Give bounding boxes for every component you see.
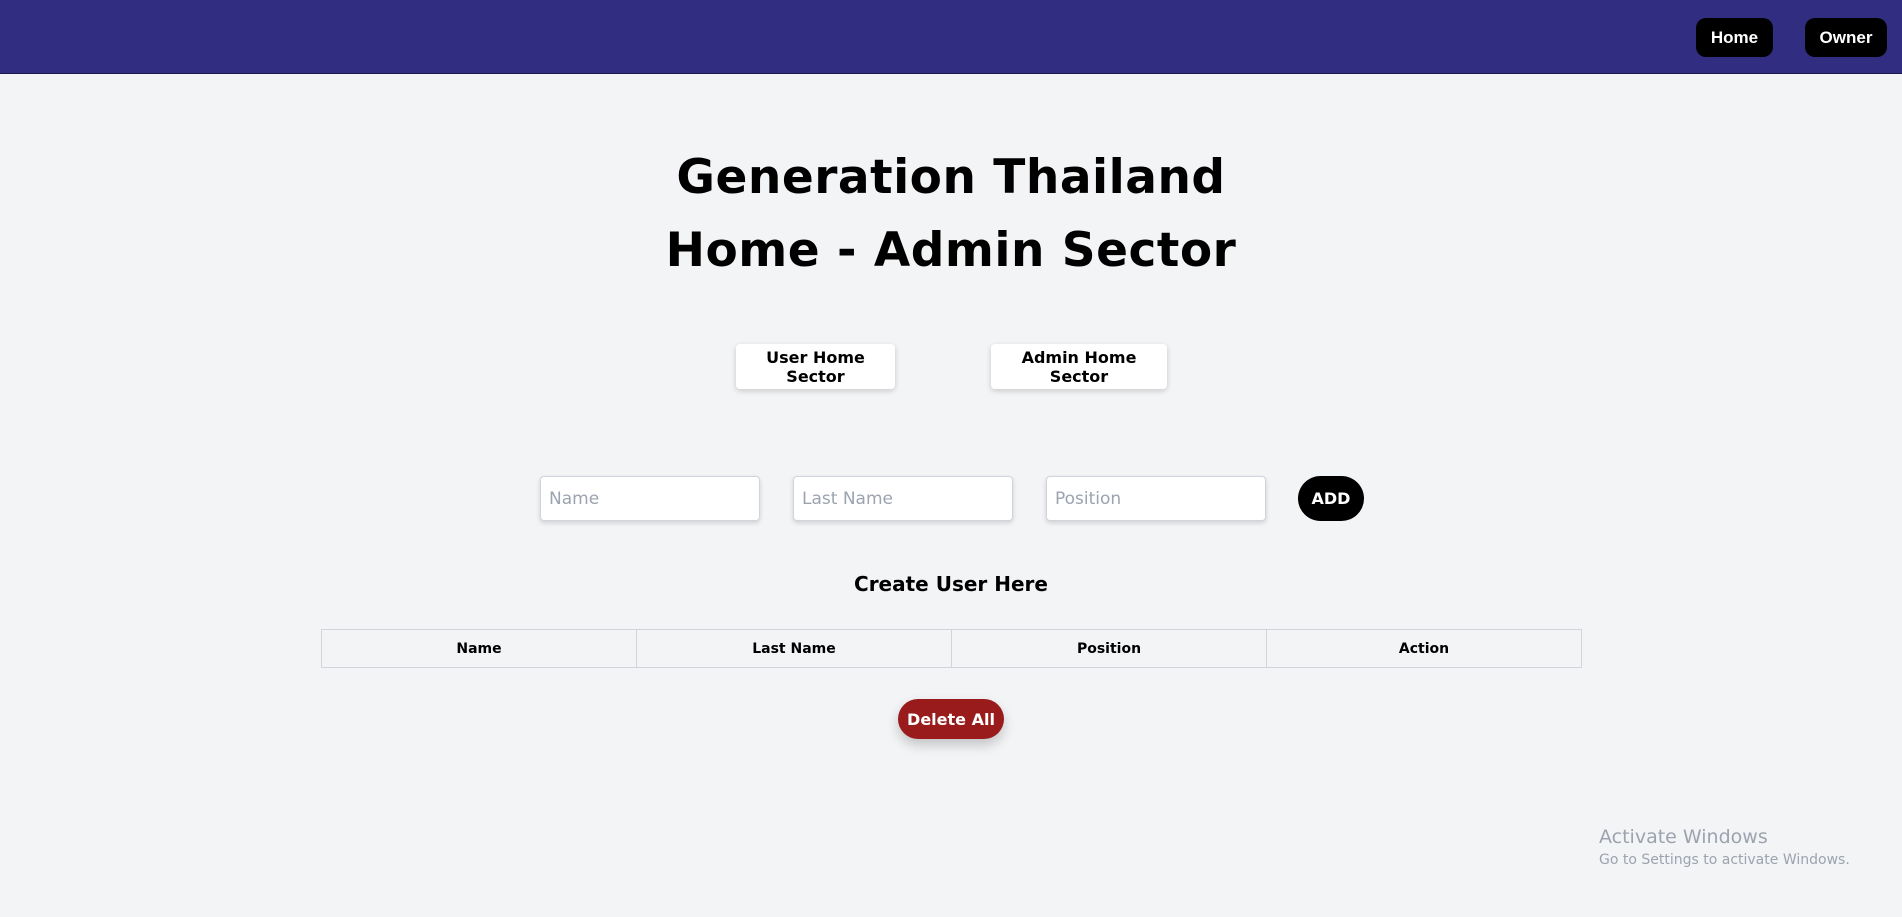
watermark-title: Activate Windows: [1599, 826, 1768, 848]
name-input[interactable]: [540, 476, 760, 521]
admin-home-sector-button[interactable]: Admin Home Sector: [991, 344, 1167, 389]
windows-activation-watermark: Activate Windows Go to Settings to activ…: [1599, 826, 1850, 868]
lastname-input[interactable]: [793, 476, 1013, 521]
column-header-name: Name: [321, 629, 637, 668]
nav-owner-button[interactable]: Owner: [1805, 18, 1887, 57]
delete-all-button[interactable]: Delete All: [898, 699, 1004, 739]
watermark-subtitle: Go to Settings to activate Windows.: [1599, 852, 1850, 868]
nav-home-button[interactable]: Home: [1696, 18, 1773, 57]
table-header-row: Name Last Name Position Action: [321, 629, 1582, 668]
page-subtitle: Home - Admin Sector: [665, 223, 1237, 278]
top-navbar: Home Owner: [0, 0, 1902, 74]
user-home-sector-button[interactable]: User Home Sector: [736, 344, 895, 389]
column-header-position: Position: [951, 629, 1267, 668]
user-table: Name Last Name Position Action: [321, 629, 1582, 668]
page-title: Generation Thailand: [676, 150, 1226, 205]
position-input[interactable]: [1046, 476, 1266, 521]
add-user-button[interactable]: ADD: [1298, 476, 1364, 521]
column-header-last-name: Last Name: [636, 629, 952, 668]
create-user-heading: Create User Here: [854, 572, 1048, 596]
column-header-action: Action: [1266, 629, 1582, 668]
